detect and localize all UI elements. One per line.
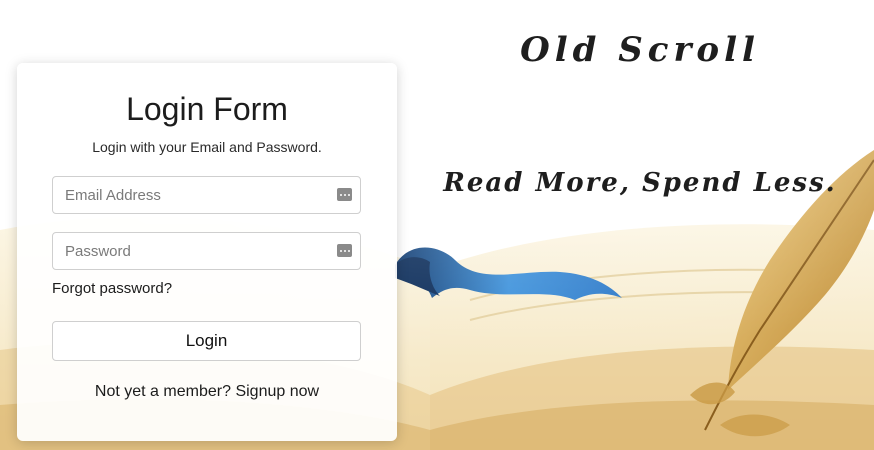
signup-prompt: Not yet a member? xyxy=(94,383,231,400)
signup-link[interactable]: Signup now xyxy=(235,383,319,400)
password-input[interactable] xyxy=(53,233,335,269)
forgot-password-link[interactable]: Forgot password? xyxy=(52,280,172,297)
login-subtitle: Login with your Email and Password. xyxy=(92,139,322,155)
login-button[interactable]: Login xyxy=(52,321,361,361)
password-field xyxy=(52,232,361,270)
email-input[interactable] xyxy=(53,177,335,213)
login-title: Login Form xyxy=(126,91,288,127)
brand-tagline: Read More, Spend Less. xyxy=(443,168,837,198)
brand-title: Old Scroll xyxy=(520,30,760,70)
email-field xyxy=(52,176,361,214)
login-card: Login Form Login with your Email and Pas… xyxy=(17,63,397,441)
password-manager-key-icon[interactable] xyxy=(337,188,352,201)
signup-row: Not yet a member? Signup now xyxy=(17,383,397,401)
password-manager-key-icon[interactable] xyxy=(337,244,352,257)
